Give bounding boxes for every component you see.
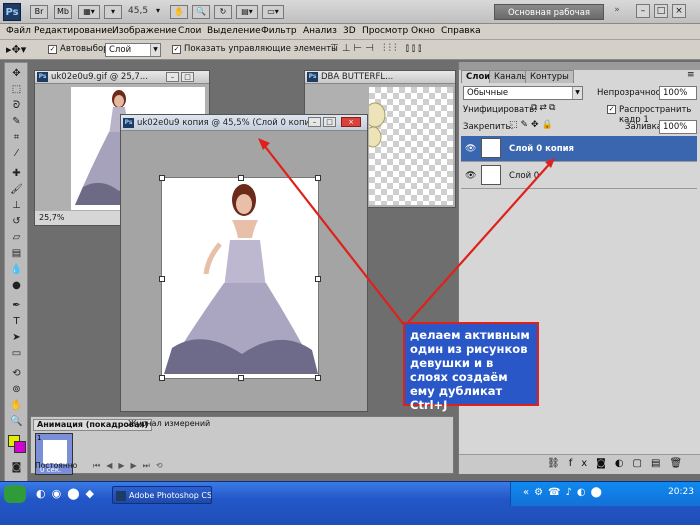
tray-icons[interactable]: «⚙☎♪◐⬤: [523, 487, 607, 498]
start-button[interactable]: [4, 485, 26, 503]
annotation-arrows: [258, 138, 555, 327]
arrow-to-document: [259, 139, 406, 327]
clock: 20:23: [668, 487, 694, 497]
system-tray: «⚙☎♪◐⬤ 20:23: [510, 482, 700, 506]
annotation-callout: делаем активным один из рисунков девушки…: [403, 322, 539, 412]
taskbar-photoshop[interactable]: Adobe Photoshop CS...: [112, 486, 212, 504]
photoshop-task-icon: [116, 491, 126, 501]
arrowhead-icon: [258, 138, 270, 150]
quicklaunch-icons[interactable]: ◐◉⬤◆: [36, 487, 100, 500]
arrow-to-layer: [404, 159, 554, 327]
task-label: Adobe Photoshop CS...: [129, 491, 212, 500]
windows-taskbar: ◐◉⬤◆ Adobe Photoshop CS... «⚙☎♪◐⬤ 20:23: [0, 481, 700, 525]
